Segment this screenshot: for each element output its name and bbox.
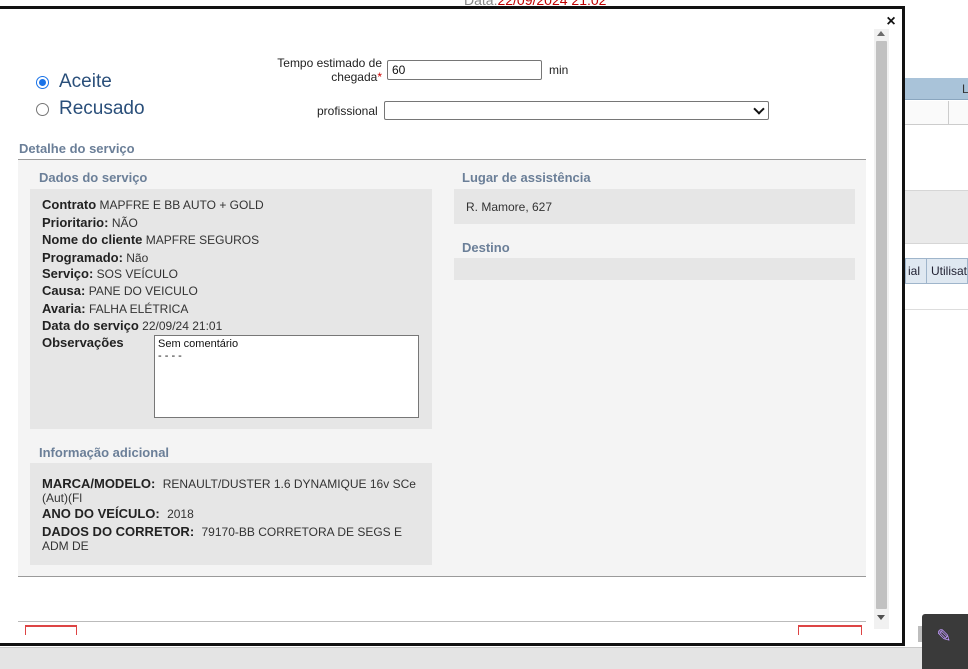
observacoes-box[interactable]: Sem comentário - - - - [154, 335, 419, 418]
profissional-select[interactable] [384, 101, 769, 120]
background-column-headers: ial Utilisat [905, 258, 968, 284]
field-avaria-value: FALHA ELÉTRICA [88, 301, 189, 316]
eta-unit: min [549, 63, 569, 77]
field-cliente: Nome do cliente MAPFRE SEGUROS [42, 232, 259, 247]
info-ano-veiculo-key: ANO DO VEÍCULO: [42, 506, 160, 521]
lugar-box: R. Mamore, 627 [454, 189, 855, 224]
field-causa-value: PANE DO VEICULO [88, 284, 198, 298]
info-marca-modelo: MARCA/MODELO: RENAULT/DUSTER 1.6 DYNAMIQ… [42, 476, 427, 506]
destino-box [454, 258, 855, 280]
radio-recusado-circle[interactable] [36, 102, 49, 116]
background-column-letter: L [962, 82, 968, 96]
field-avaria-key: Avaria: [42, 300, 86, 316]
floating-assistant-button[interactable]: ✎ [922, 614, 968, 669]
field-contrato-value: MAPFRE E BB AUTO + GOLD [99, 198, 264, 212]
chevron-down-icon [753, 103, 765, 115]
footer-button-right[interactable] [798, 625, 862, 635]
info-corretor-key: DADOS DO CORRETOR: [42, 524, 195, 539]
scroll-up-icon[interactable] [877, 31, 885, 36]
field-avaria: Avaria: FALHA ELÉTRICA [42, 301, 188, 316]
footer-button-left[interactable] [25, 625, 77, 635]
background-column-2[interactable]: Utilisat [931, 264, 967, 278]
feather-icon: ✎ [936, 626, 952, 646]
info-box: MARCA/MODELO: RENAULT/DUSTER 1.6 DYNAMIQ… [30, 463, 432, 565]
footer-divider [18, 621, 866, 622]
observacoes-line1: Sem comentário [158, 338, 239, 350]
info-marca-modelo-key: MARCA/MODELO: [42, 476, 156, 491]
field-causa-key: Causa: [42, 283, 86, 298]
field-servico-key: Serviço: [42, 266, 94, 281]
field-contrato: Contrato MAPFRE E BB AUTO + GOLD [42, 197, 264, 212]
background-panel [905, 190, 968, 244]
dados-box: Contrato MAPFRE E BB AUTO + GOLD Priorit… [30, 189, 432, 429]
scroll-down-icon[interactable] [877, 615, 885, 620]
service-detail-modal: × Aceite Recusado Tempo estimado de cheg… [0, 6, 905, 646]
background-table-header: L [905, 78, 968, 100]
eta-input[interactable] [387, 60, 542, 80]
field-prioritario: Prioritario: NÃO [42, 215, 138, 230]
observacoes-label: Observações [42, 335, 124, 350]
background-table-row-2 [905, 284, 968, 310]
required-mark: * [377, 70, 382, 84]
field-programado: Programado: Não [42, 250, 148, 265]
section-title: Detalhe do serviço [19, 141, 135, 156]
field-cliente-value: MAPFRE SEGUROS [145, 233, 260, 247]
lugar-title: Lugar de assistência [462, 170, 591, 185]
info-ano-veiculo-value: 2018 [167, 507, 194, 521]
background-row-divider [948, 101, 949, 125]
field-data-servico-value: 22/09/24 21:01 [142, 319, 223, 333]
info-corretor: DADOS DO CORRETOR: 79170-BB CORRETORA DE… [42, 524, 427, 554]
info-title: Informação adicional [39, 445, 170, 460]
modal-scrollbar[interactable] [874, 29, 889, 629]
eta-label: Tempo estimado de chegada* [262, 56, 382, 84]
radio-recusado-label[interactable]: Recusado [59, 98, 145, 120]
info-ano-veiculo: ANO DO VEÍCULO: 2018 [42, 506, 427, 522]
background-table-row [905, 101, 968, 125]
eta-label-line1: Tempo estimado de [277, 56, 382, 70]
background-footer [0, 647, 968, 669]
observacoes-line2: - - - - [158, 350, 182, 362]
field-prioritario-key: Prioritario: [42, 214, 109, 230]
destino-title: Destino [462, 240, 510, 255]
field-cliente-key: Nome do cliente [42, 232, 143, 247]
radio-aceite[interactable]: Aceite [36, 71, 112, 93]
profissional-label: profissional [317, 104, 378, 118]
eta-label-line2: chegada [331, 70, 378, 84]
radio-aceite-circle[interactable] [36, 75, 49, 89]
lugar-address: R. Mamore, 627 [466, 200, 553, 214]
field-programado-value: Não [126, 250, 149, 265]
scrollbar-thumb[interactable] [876, 41, 887, 609]
field-servico: Serviço: SOS VEÍCULO [42, 266, 178, 281]
field-servico-value: SOS VEÍCULO [96, 267, 179, 281]
radio-aceite-label[interactable]: Aceite [59, 71, 112, 93]
field-causa: Causa: PANE DO VEICULO [42, 283, 198, 298]
radio-recusado[interactable]: Recusado [36, 98, 145, 120]
field-programado-key: Programado: [42, 249, 123, 265]
field-prioritario-value: NÃO [111, 215, 138, 230]
background-column-separator [926, 259, 927, 283]
field-data-servico: Data do serviço 22/09/24 21:01 [42, 318, 222, 333]
section-divider-bottom [18, 576, 866, 577]
field-data-servico-key: Data do serviço [42, 318, 139, 333]
dados-title: Dados do serviço [39, 170, 148, 185]
background-column-1[interactable]: ial [908, 264, 920, 278]
field-contrato-key: Contrato [42, 197, 97, 212]
